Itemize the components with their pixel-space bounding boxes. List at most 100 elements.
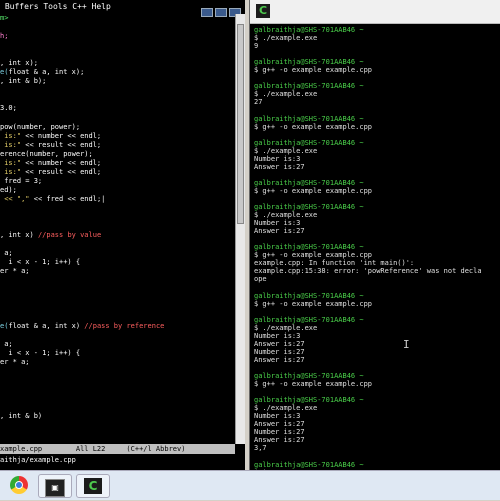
output-line: $ ./example.exe [254,147,497,155]
prompt-line: galbraithja@SHS-701AAB46 ~ [254,203,497,211]
code-token: h; [0,32,9,41]
output-line: Answer is:27 [254,436,497,444]
output-text: $ g++ -o example example.cpp [254,380,373,389]
code-token: a; [0,249,13,258]
output-line: Number is:3 [254,332,497,340]
output-text: example.cpp:15:38: error: 'powReference'… [254,267,482,276]
prompt-line: galbraithja@SHS-701AAB46 ~ [254,26,497,34]
code-token: m> [0,14,9,22]
output-line: ope [254,275,497,283]
output-line: Answer is:27 [254,163,497,171]
code-line: er * a; [0,267,235,276]
output-text: $ ./example.exe [254,404,318,413]
output-text: Answer is:27 [254,420,305,429]
prompt-line: galbraithja@SHS-701AAB46 ~ [254,316,497,324]
output-text: Number is:3 [254,154,301,163]
output-line: $ g++ -o example example.cpp [254,187,497,195]
code-line: , int x) //pass by value [0,231,235,240]
emacs-minibuffer[interactable]: aithja/example.cpp [0,454,235,466]
code-token: << result << endl; [21,140,102,149]
taskbar: ▣ C [0,470,500,500]
terminal-output[interactable]: galbraithja@SHS-701AAB46 ~ $ ./example.ex… [254,26,497,470]
output-text: 9 [254,42,259,51]
taskbar-chrome-button[interactable] [4,474,34,498]
code-token: float & a, int x) [8,321,85,330]
output-text: Answer is:27 [254,339,305,348]
output-line: 9 [254,42,497,50]
code-token: fred = 3; [0,176,43,185]
output-line: $ g++ -o example example.cpp [254,66,497,74]
taskbar-cygwin-button[interactable]: C [76,474,110,498]
output-text: Number is:27 [254,428,305,437]
output-text: $ ./example.exe [254,211,318,220]
prompt-text: galbraithja@SHS-701AAB46 ~ [254,58,364,67]
output-text: Answer is:27 [254,227,305,236]
cygwin-icon: C [256,4,270,18]
code-line: e(float & a, int x); [0,68,235,77]
output-line: $ g++ -o example example.cpp [254,251,497,259]
code-line: is:" << result << endl; [0,141,235,150]
code-token: i < x - 1; i++) { [0,258,81,267]
output-text: $ ./example.exe [254,90,318,99]
window-controls[interactable] [199,2,241,17]
terminal-titlebar[interactable]: C [250,0,500,24]
output-text: Number is:3 [254,219,301,228]
prompt-text: galbraithja@SHS-701AAB46 ~ [254,243,364,252]
output-line: Answer is:27 [254,340,497,348]
output-text: $ g++ -o example example.cpp [254,66,373,75]
output-line: example.cpp: In function 'int main()': [254,259,497,267]
code-line: e(float & a, int x) //pass by reference [0,322,235,331]
scrollbar-thumb[interactable] [237,24,244,224]
code-line: h; [0,32,235,41]
code-line: is:" << result << endl; [0,168,235,177]
output-text: ope [254,275,267,284]
output-line: $ ./example.exe [254,34,497,42]
emacs-modeline: xample.cpp All L22 (C++/l Abbrev) [0,444,235,454]
code-token: << result << endl; [21,167,102,176]
prompt-line: galbraithja@SHS-701AAB46 ~ [254,139,497,147]
code-line: er * a; [0,358,235,367]
output-text: $ ./example.exe [254,323,318,332]
cygwin-terminal-window[interactable]: C galbraithja@SHS-701AAB46 ~ $ ./example.… [249,0,500,470]
emacs-editor-buffer[interactable]: m> h; , int x); e(float & a, int x);, int… [0,14,235,444]
output-line: Answer is:27 [254,227,497,235]
code-token: , int x); [0,59,38,68]
output-line: $ g++ -o example example.cpp [254,300,497,308]
prompt-line: galbraithja@SHS-701AAB46 ~ [254,115,497,123]
output-text: $ ./example.exe [254,34,318,43]
code-token: //pass by value [37,231,102,240]
output-line: Number is:3 [254,155,497,163]
taskbar-emacs-button[interactable]: ▣ [38,474,72,498]
code-line: , int & b); [0,77,235,86]
output-line: Number is:27 [254,348,497,356]
code-line: ed); [0,186,235,195]
output-line: $ ./example.exe [254,324,497,332]
code-line: pow(number, power); [0,123,235,132]
output-text: $ g++ -o example example.cpp [254,122,373,131]
emacs-scrollbar[interactable] [235,14,245,444]
prompt-text: galbraithja@SHS-701AAB46 ~ [254,372,364,381]
code-token: pow(number, power); [0,122,81,131]
emacs-window[interactable]: Buffers Tools C++ Help m> h; , int x); e(… [0,0,245,470]
code-line: , int & b) [0,412,235,421]
output-text: Answer is:27 [254,162,305,171]
